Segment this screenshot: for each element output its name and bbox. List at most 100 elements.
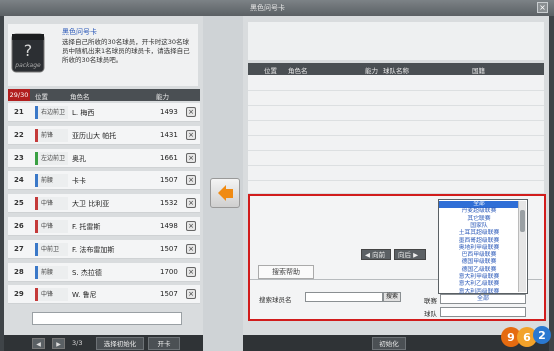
remove-icon[interactable]: × [186,243,196,254]
title-bar: 黑色问号卡 × [0,0,554,16]
r-header-name: 角色名 [288,67,308,75]
table-row[interactable]: 28 前腰 S. 杰拉德 1700 × [8,262,200,282]
scroll-thumb[interactable] [520,210,525,232]
row-number: 26 [14,222,24,230]
player-ability: 1431 [160,130,178,139]
header-name: 角色名 [70,93,90,101]
row-number: 28 [14,267,24,276]
league-dropdown[interactable]: 全部 丹麦超级联赛 其它联赛 国家队 土耳其超级联赛 墨西哥超级联赛 奥地利甲级联赛 巴西甲级… [438,199,528,296]
right-top-area [248,22,544,60]
row-number: 22 [14,130,24,139]
row-number: 21 [14,108,24,116]
position-badge: 中锋 [35,220,68,233]
player-name: F. 法布雷加斯 [72,245,115,254]
reset-button[interactable]: 初始化 [372,337,406,350]
position-badge: 前腰 [35,174,68,188]
player-ability: 1507 [160,290,178,299]
table-row[interactable]: 27 中前卫 F. 法布雷加斯 1507 × [8,239,200,259]
dropdown-option[interactable]: 意大利乙级联赛 [439,281,519,288]
dropdown-option[interactable]: 德国甲级联赛 [439,259,519,266]
r-header-pos: 位置 [264,67,277,75]
dropdown-option[interactable]: 墨西哥超级联赛 [439,238,519,245]
position-badge: 中锋 [35,288,68,302]
player-name: L. 梅西 [72,109,95,117]
player-name: 大卫 比利亚 [72,200,110,209]
league-label: 联赛 [424,297,437,305]
dropdown-option[interactable]: 丹麦超级联赛 [439,208,519,215]
player-name: 亚历山大 帕托 [72,131,117,140]
remove-icon[interactable]: × [186,198,196,209]
player-ability: 1661 [160,153,178,162]
row-number: 25 [14,199,24,208]
position-badge: 左边前卫 [35,151,68,165]
r-header-nation: 国籍 [472,67,485,75]
team-label: 球队 [424,310,437,318]
team-select[interactable] [440,307,526,317]
r-header-team: 球队名称 [383,67,409,75]
reset-selection-button[interactable]: 选择初始化 [96,337,144,350]
close-icon[interactable]: × [537,2,548,13]
move-left-button[interactable] [210,178,240,208]
position-badge: 中锋 [35,197,68,211]
next-page-icon[interactable]: ▶ [52,338,65,349]
remove-icon[interactable]: × [186,221,196,231]
table-row[interactable]: 23 左边前卫 奥孔 1661 × [8,148,200,168]
svg-text:package: package [14,62,41,69]
player-name: S. 杰拉德 [72,268,102,277]
svg-text:6: 6 [523,331,531,344]
player-name: F. 托雷斯 [72,223,101,231]
table-row[interactable]: 21 右边前卫 L. 梅西 1493 × [8,103,200,122]
page-indicator: 3/3 [72,339,83,347]
search-name-label: 搜索球员名 [259,296,292,304]
remove-icon[interactable]: × [186,289,196,300]
search-button[interactable]: 搜索 [383,292,401,302]
table-row[interactable]: 29 中锋 W. 鲁尼 1507 × [8,285,200,305]
table-row[interactable]: 24 前腰 卡卡 1507 × [8,171,200,191]
player-ability: 1493 [160,108,178,116]
r-header-ability: 能力 [365,67,378,75]
player-ability: 1700 [160,267,178,276]
open-card-button[interactable]: 开卡 [148,337,180,350]
left-list-header: 位置 角色名 能力 [8,89,200,101]
dropdown-option[interactable]: 意大利丙级联赛 [439,289,519,296]
site-logo: 9 6 2 [501,326,551,347]
dropdown-option[interactable]: 奥地利甲级联赛 [439,245,519,252]
prev-button[interactable]: ◀ 向前 [361,249,391,260]
table-row[interactable]: 25 中锋 大卫 比利亚 1532 × [8,194,200,214]
player-ability: 1507 [160,244,178,253]
row-number: 27 [14,244,24,253]
row-number: 23 [14,153,24,162]
dropdown-scrollbar[interactable] [518,201,526,292]
pack-title: 黑色问号卡 [62,28,97,36]
remove-icon[interactable]: × [186,129,196,140]
svg-text:2: 2 [538,329,546,342]
player-name: 卡卡 [72,177,86,186]
row-number: 29 [14,290,24,299]
row-number: 24 [14,176,24,185]
player-ability: 1498 [160,222,178,230]
package-icon: ? package [11,33,45,73]
remove-icon[interactable]: × [186,107,196,117]
svg-text:?: ? [24,41,33,60]
window-title: 黑色问号卡 [250,4,285,12]
prev-page-icon[interactable]: ◀ [32,338,45,349]
header-pos: 位置 [35,93,48,101]
remove-icon[interactable]: × [186,175,196,186]
dropdown-option[interactable]: 土耳其超级联赛 [439,230,519,237]
table-row[interactable]: 26 中锋 F. 托雷斯 1498 × [8,217,200,236]
table-row[interactable]: 22 前锋 亚历山大 帕托 1431 × [8,125,200,145]
tab-search-help[interactable]: 搜索帮助 [258,265,314,279]
left-text-field[interactable] [32,312,182,325]
position-badge: 前腰 [35,265,68,279]
dropdown-option[interactable]: 德国乙级联赛 [439,267,519,274]
remove-icon[interactable]: × [186,266,196,277]
remove-icon[interactable]: × [186,152,196,163]
position-badge: 中前卫 [35,242,68,256]
next-button[interactable]: 向后 ▶ [394,249,426,260]
dropdown-option[interactable]: 其它联赛 [439,216,519,223]
header-ability: 能力 [156,93,169,101]
pack-description: 选择自己所收的30名球员，开卡时这30名球员中随机出来1名球员的球员卡，请选择自… [62,38,190,64]
player-name: W. 鲁尼 [72,291,97,300]
search-input[interactable] [305,292,383,302]
position-badge: 右边前卫 [35,106,68,119]
